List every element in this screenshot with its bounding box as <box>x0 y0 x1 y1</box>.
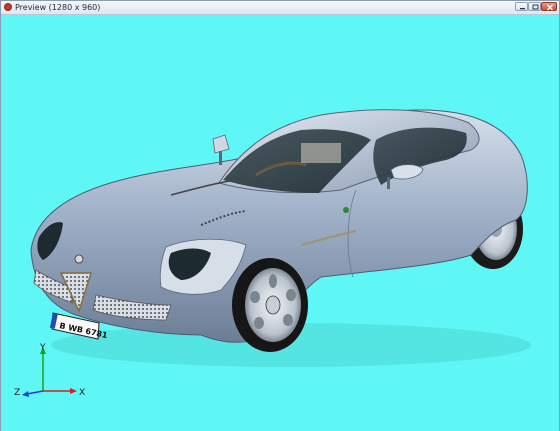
seat-back <box>301 143 341 163</box>
z-axis <box>26 390 44 395</box>
app-icon <box>4 3 12 11</box>
y-axis-label: Y <box>39 343 46 353</box>
title-bar[interactable]: Preview (1280 x 960) <box>1 1 559 15</box>
minimize-button[interactable] <box>515 2 528 11</box>
brand-badge-icon <box>74 254 84 264</box>
close-button[interactable] <box>541 2 557 11</box>
maximize-button[interactable] <box>528 2 541 11</box>
close-icon <box>547 4 553 11</box>
window-title: Preview (1280 x 960) <box>15 3 101 12</box>
preview-window: Preview (1280 x 960) B WB 6781 Y X Z <box>0 0 560 431</box>
axis-gizmo: Y X Z <box>14 343 85 398</box>
front-wheel <box>232 258 308 352</box>
x-axis-label: X <box>79 388 85 398</box>
render-viewport[interactable]: B WB 6781 Y X Z <box>1 15 559 431</box>
side-emblem-icon <box>343 207 349 213</box>
z-axis-label: Z <box>14 388 20 398</box>
